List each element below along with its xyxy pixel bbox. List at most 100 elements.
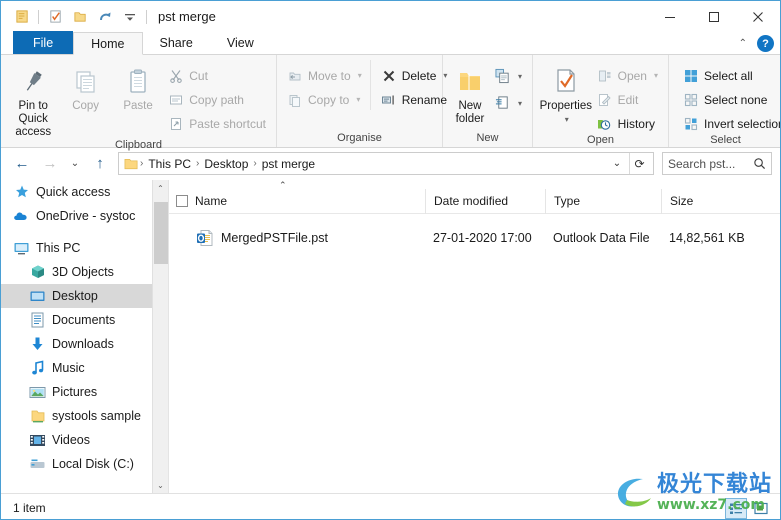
customize-dropdown-icon[interactable] bbox=[119, 6, 141, 28]
copy-to-button[interactable]: Copy to ▾ bbox=[283, 89, 366, 110]
breadcrumb-pst-merge[interactable]: pst merge bbox=[258, 157, 319, 171]
sidebar-item-desktop[interactable]: Desktop bbox=[1, 284, 168, 308]
chevron-down-icon-5[interactable]: ▾ bbox=[518, 99, 522, 108]
scrollbar-thumb[interactable] bbox=[153, 202, 168, 264]
new-folder-icon[interactable] bbox=[69, 6, 91, 28]
breadcrumb-bar[interactable]: › This PC › Desktop › pst merge ⌄ ⟳ bbox=[118, 152, 654, 175]
forward-button[interactable]: → bbox=[37, 151, 63, 177]
organise-col-a: Move to ▾ Copy to ▾ bbox=[283, 60, 371, 110]
collapse-ribbon-button[interactable]: ⌃ bbox=[739, 38, 747, 49]
file-name: MergedPSTFile.pst bbox=[221, 230, 328, 245]
edit-button[interactable]: Edit bbox=[593, 89, 662, 110]
column-headers: Name Date modified Type Size bbox=[169, 188, 780, 214]
sidebar-item-quick-access[interactable]: Quick access bbox=[1, 180, 168, 204]
select-all-checkbox[interactable] bbox=[169, 195, 195, 207]
delete-button[interactable]: Delete ▾ bbox=[377, 65, 452, 86]
new-item-button[interactable]: ▾ bbox=[491, 64, 526, 88]
paste-label: Paste bbox=[123, 100, 153, 112]
scrollbar-track[interactable] bbox=[153, 196, 169, 477]
open-label: Open bbox=[617, 68, 647, 83]
sidebar-item-downloads[interactable]: Downloads bbox=[1, 332, 168, 356]
search-input[interactable]: Search pst... bbox=[668, 157, 753, 171]
select-all-icon bbox=[683, 68, 699, 84]
column-header-date-modified[interactable]: Date modified bbox=[425, 188, 545, 214]
copy-path-button[interactable]: Copy path bbox=[164, 89, 270, 110]
chevron-down-icon-2[interactable]: ▾ bbox=[356, 95, 360, 104]
paste-icon bbox=[123, 64, 153, 100]
select-none-button[interactable]: Select none bbox=[679, 89, 780, 110]
chevron-down-icon-6[interactable]: ▾ bbox=[565, 113, 569, 126]
sidebar-item-systools-sample[interactable]: systools sample bbox=[1, 404, 168, 428]
redo-icon[interactable] bbox=[94, 6, 116, 28]
properties-button[interactable]: Properties ▾ bbox=[539, 60, 593, 126]
folder-properties-icon[interactable] bbox=[11, 6, 33, 28]
chevron-down-icon-4[interactable]: ▾ bbox=[518, 72, 522, 81]
invert-selection-button[interactable]: Invert selection bbox=[679, 113, 780, 134]
search-box[interactable]: Search pst... bbox=[662, 152, 772, 175]
paste-shortcut-button[interactable]: Paste shortcut bbox=[164, 113, 270, 134]
back-button[interactable]: ← bbox=[9, 151, 35, 177]
table-row[interactable]: MergedPSTFile.pst 27-01-2020 17:00 Outlo… bbox=[169, 224, 780, 251]
magnifier-icon[interactable] bbox=[753, 157, 766, 170]
this-pc-icon bbox=[13, 240, 30, 257]
refresh-button[interactable]: ⟳ bbox=[629, 153, 649, 174]
cell-name[interactable]: MergedPSTFile.pst bbox=[169, 229, 425, 247]
history-button[interactable]: History bbox=[593, 113, 662, 134]
recent-locations-button[interactable]: ⌄ bbox=[65, 151, 85, 177]
star-pin-icon bbox=[13, 184, 30, 201]
copy-icon bbox=[71, 64, 101, 100]
tab-home[interactable]: Home bbox=[73, 32, 143, 55]
checkbox-box[interactable] bbox=[176, 195, 188, 207]
copy-button[interactable]: Copy bbox=[59, 60, 111, 113]
window-controls bbox=[648, 1, 780, 32]
scroll-down-button[interactable]: ⌄ bbox=[153, 477, 169, 493]
ribbon-tab-right-controls: ⌃ ? bbox=[739, 35, 774, 52]
chevron-down-icon[interactable]: ▾ bbox=[358, 71, 362, 80]
tab-file[interactable]: File bbox=[13, 31, 74, 54]
sidebar-item-3d-objects[interactable]: 3D Objects bbox=[1, 260, 168, 284]
address-dropdown-button[interactable]: ⌄ bbox=[607, 153, 627, 174]
details-view-button[interactable] bbox=[725, 498, 747, 519]
sidebar-item-documents[interactable]: Documents bbox=[1, 308, 168, 332]
select-none-icon bbox=[683, 92, 699, 108]
new-folder-button[interactable]: New folder bbox=[449, 60, 491, 126]
large-icons-view-button[interactable] bbox=[750, 498, 772, 519]
close-button[interactable] bbox=[736, 1, 780, 32]
pin-to-quick-access-button[interactable]: Pin to Quick access bbox=[7, 60, 59, 139]
group-title-clipboard: Clipboard bbox=[114, 139, 163, 151]
history-icon bbox=[597, 116, 613, 132]
tab-view[interactable]: View bbox=[210, 31, 271, 54]
sidebar-item-onedrive[interactable]: OneDrive - systoc bbox=[1, 204, 168, 228]
help-button[interactable]: ? bbox=[757, 35, 774, 52]
breadcrumb-desktop[interactable]: Desktop bbox=[200, 157, 252, 171]
tab-share[interactable]: Share bbox=[143, 31, 210, 54]
paste-button[interactable]: Paste bbox=[112, 60, 164, 113]
sidebar-item-this-pc[interactable]: This PC bbox=[1, 236, 168, 260]
chevron-down-icon-7[interactable]: ▾ bbox=[654, 71, 658, 80]
checked-document-icon[interactable] bbox=[44, 6, 66, 28]
sidebar-item-local-disk-c[interactable]: Local Disk (C:) bbox=[1, 452, 168, 476]
navigation-scrollbar[interactable]: ⌃ ⌄ bbox=[152, 180, 168, 493]
open-button[interactable]: Open ▾ bbox=[593, 65, 662, 86]
sidebar-label-music: Music bbox=[52, 361, 85, 375]
breadcrumb-this-pc[interactable]: This PC bbox=[144, 157, 195, 171]
up-button[interactable]: ↑ bbox=[87, 151, 113, 177]
column-header-type[interactable]: Type bbox=[545, 188, 661, 214]
easy-access-button[interactable]: ▾ bbox=[491, 91, 526, 115]
view-mode-buttons bbox=[725, 498, 772, 519]
scroll-up-button[interactable]: ⌃ bbox=[153, 180, 169, 196]
sidebar-item-videos[interactable]: Videos bbox=[1, 428, 168, 452]
column-header-size[interactable]: Size bbox=[661, 188, 771, 214]
rename-button[interactable]: Rename bbox=[377, 89, 452, 110]
minimize-button[interactable] bbox=[648, 1, 692, 32]
sidebar-item-pictures[interactable]: Pictures bbox=[1, 380, 168, 404]
music-icon bbox=[29, 360, 46, 377]
sidebar-item-music[interactable]: Music bbox=[1, 356, 168, 380]
pictures-icon bbox=[29, 384, 46, 401]
select-all-button[interactable]: Select all bbox=[679, 65, 780, 86]
cut-button[interactable]: Cut bbox=[164, 65, 270, 86]
maximize-button[interactable] bbox=[692, 1, 736, 32]
move-to-button[interactable]: Move to ▾ bbox=[283, 65, 366, 86]
edit-icon bbox=[597, 92, 613, 108]
column-header-name[interactable]: Name bbox=[169, 189, 425, 214]
